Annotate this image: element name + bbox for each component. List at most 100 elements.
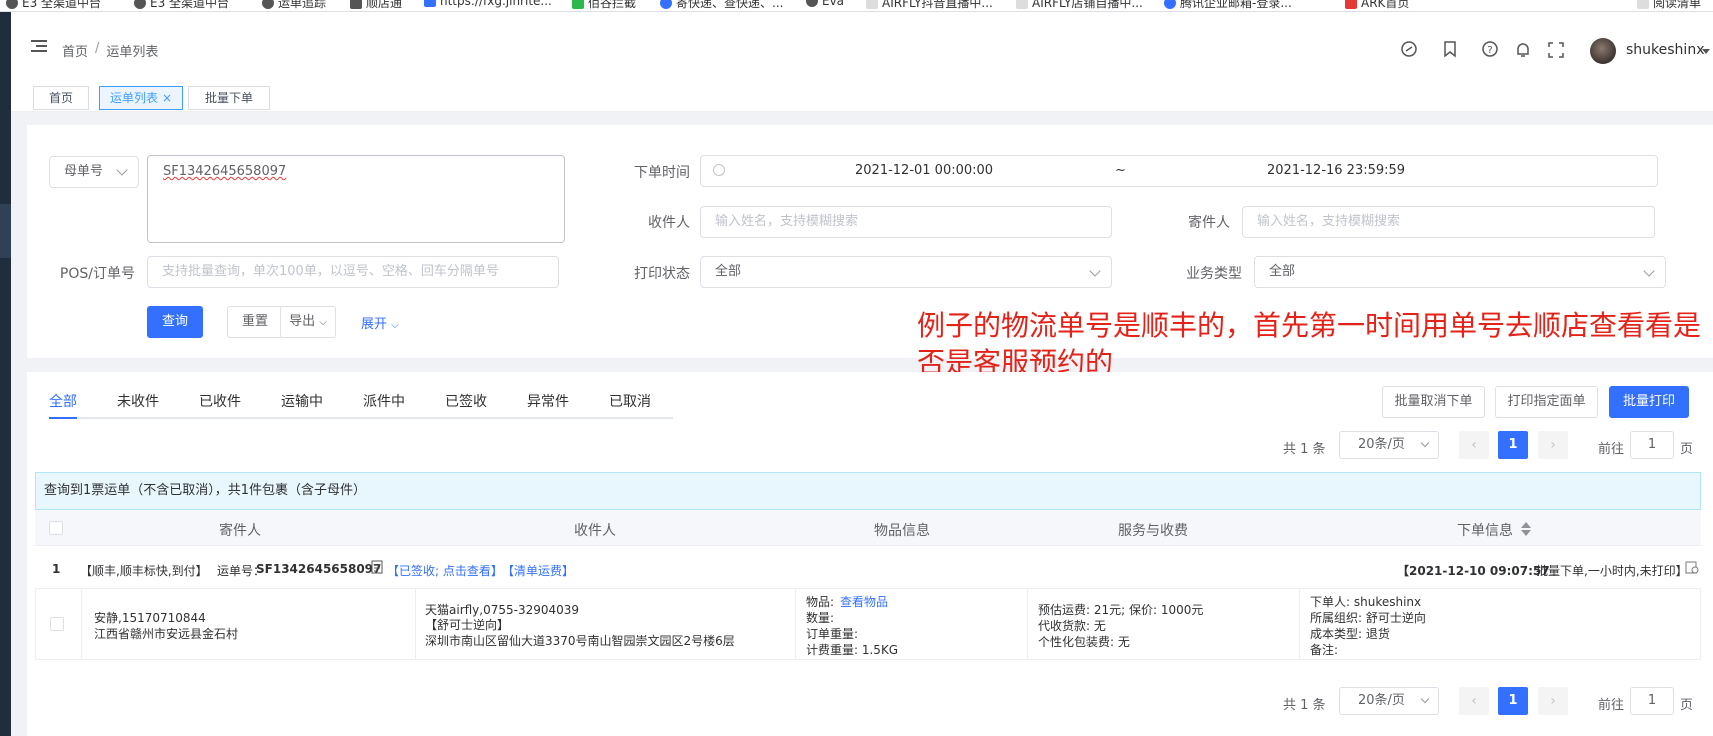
sort-asc-icon[interactable] bbox=[1521, 522, 1531, 528]
chevron-down-icon bbox=[1643, 265, 1655, 277]
tab-not-collected[interactable]: 未收件 bbox=[117, 391, 159, 411]
biz-type-select[interactable]: 全部 bbox=[1254, 256, 1666, 288]
pos-label: POS/订单号 bbox=[59, 266, 135, 282]
breadcrumb-home[interactable]: 首页 bbox=[62, 41, 88, 60]
close-icon[interactable]: × bbox=[162, 91, 172, 105]
date-start[interactable]: 2021-12-01 00:00:00 bbox=[855, 156, 993, 186]
batch-print-button[interactable]: 批量打印 bbox=[1609, 386, 1689, 418]
view-goods-link[interactable]: 查看物品 bbox=[840, 593, 888, 610]
expand-link[interactable]: 展开 ⌵ bbox=[361, 313, 399, 332]
page-size-value: 20条/页 bbox=[1358, 437, 1405, 452]
export-button[interactable]: 导出 ⌵ bbox=[280, 306, 336, 338]
order-info-cell: 下单人: shukeshinx 所属组织: 舒可士逆向 成本类型: 退货 备注: bbox=[1300, 589, 1700, 659]
tab-in-transit[interactable]: 运输中 bbox=[281, 391, 323, 411]
globe-icon bbox=[806, 0, 818, 7]
query-button[interactable]: 查询 bbox=[147, 306, 203, 338]
home-icon bbox=[350, 0, 362, 9]
select-all-checkbox[interactable] bbox=[49, 521, 63, 535]
row-checkbox[interactable] bbox=[50, 617, 64, 631]
bookmark-item[interactable]: E3 全渠道中台 bbox=[6, 0, 101, 11]
tab-delivering[interactable]: 派件中 bbox=[363, 391, 405, 411]
bookmark-item[interactable]: ARK首页 bbox=[1345, 0, 1409, 11]
order-note: 批量下单,一小时内,未打印】 bbox=[1536, 564, 1688, 578]
tab-exception[interactable]: 异常件 bbox=[527, 391, 569, 411]
th-receiver: 收件人 bbox=[574, 523, 616, 539]
bookmark-item[interactable]: E3 全渠道中台 bbox=[134, 0, 229, 11]
tag-waybill-list[interactable]: 运单列表 × bbox=[99, 86, 184, 110]
receiver-label: 收件人 bbox=[648, 215, 690, 231]
fullscreen-icon[interactable] bbox=[1547, 41, 1565, 59]
cod-amount: 代收货款: 无 bbox=[1038, 619, 1106, 633]
goto-page-input-bottom[interactable]: 1 bbox=[1630, 687, 1674, 715]
next-page-button[interactable]: › bbox=[1538, 431, 1568, 459]
reset-button[interactable]: 重置 bbox=[227, 306, 283, 338]
batch-cancel-button[interactable]: 批量取消下单 bbox=[1382, 386, 1485, 418]
chevron-down-icon bbox=[1089, 265, 1101, 277]
next-page-button-bottom[interactable]: › bbox=[1538, 687, 1568, 715]
github-icon[interactable] bbox=[1400, 40, 1418, 58]
header: 首页 / 运单列表 ? shukeshinx bbox=[11, 12, 1713, 74]
bookmark-item[interactable]: 寄快递、查快递、... bbox=[660, 0, 783, 11]
packaging-fee: 个性化包装费: 无 bbox=[1038, 635, 1130, 649]
reading-list[interactable]: 阅读清单 bbox=[1637, 0, 1701, 11]
bookmark-item[interactable]: 顺店通 bbox=[350, 0, 402, 11]
record-icon[interactable] bbox=[1685, 560, 1699, 574]
waybill-value: SF1342645658097 bbox=[163, 164, 287, 179]
chevron-down-icon bbox=[116, 164, 128, 176]
th-order-info[interactable]: 下单信息 bbox=[1457, 520, 1513, 540]
print-specific-button[interactable]: 打印指定面单 bbox=[1495, 386, 1598, 418]
caret-down-icon[interactable] bbox=[1702, 49, 1710, 54]
help-icon[interactable]: ? bbox=[1481, 40, 1499, 58]
table-row: 安静,15170710844 江西省赣州市安远县金石村 天猫airfly,075… bbox=[35, 588, 1701, 660]
tab-all[interactable]: 全部 bbox=[49, 391, 77, 411]
receiver-input[interactable]: 输入姓名，支持模糊搜索 bbox=[700, 206, 1112, 238]
prev-page-button-bottom[interactable]: ‹ bbox=[1459, 687, 1489, 715]
tab-collected[interactable]: 已收件 bbox=[199, 391, 241, 411]
prev-page-button[interactable]: ‹ bbox=[1459, 431, 1489, 459]
bookmark-item[interactable]: 佰谷拦截 bbox=[572, 0, 636, 11]
tab-cancelled[interactable]: 已取消 bbox=[609, 391, 651, 411]
id-type-select[interactable]: 母单号 bbox=[49, 156, 139, 188]
goods-cell: 物品: 查看物品 数量: 订单重量: 计费重量: 1.5KG bbox=[796, 589, 1028, 659]
bell-icon[interactable] bbox=[1514, 41, 1532, 59]
username[interactable]: shukeshinx bbox=[1626, 42, 1704, 58]
tab-signed[interactable]: 已签收 bbox=[445, 391, 487, 411]
bookmark-item[interactable]: 腾讯企业邮箱-登录... bbox=[1164, 0, 1292, 11]
pos-input[interactable]: 支持批量查询，单次100单，以逗号、空格、回车分隔单号 bbox=[147, 256, 559, 288]
sender-input[interactable]: 输入姓名，支持模糊搜索 bbox=[1242, 206, 1655, 238]
id-type-value: 母单号 bbox=[64, 164, 104, 179]
bookmark-item[interactable]: 运单追踪 bbox=[262, 0, 326, 11]
sidebar-active-item[interactable] bbox=[0, 204, 11, 258]
waybill-group-header: 1 【顺丰,顺丰标快,到付】 运单号： SF1342645658097 【已签收… bbox=[35, 556, 1701, 580]
query-summary-bar: 查询到1票运单（不含已取消），共1件包裹（含子母件） bbox=[35, 472, 1701, 510]
bookmark-item[interactable]: AIRFLY抖音直播中... bbox=[866, 0, 993, 11]
date-end[interactable]: 2021-12-16 23:59:59 bbox=[1267, 156, 1405, 186]
order-time-label: 下单时间 bbox=[634, 165, 690, 181]
bookmark-icon[interactable] bbox=[1441, 40, 1459, 58]
sort-desc-icon[interactable] bbox=[1521, 530, 1531, 536]
courier-icon bbox=[660, 0, 672, 9]
waybill-textarea[interactable]: SF1342645658097 bbox=[147, 155, 565, 243]
copy-icon[interactable] bbox=[371, 560, 383, 574]
current-page[interactable]: 1 bbox=[1498, 431, 1528, 459]
tag-batch-order[interactable]: 批量下单 bbox=[188, 86, 270, 110]
print-status-select[interactable]: 全部 bbox=[700, 256, 1112, 288]
remark: 备注: bbox=[1310, 643, 1339, 657]
tag-home[interactable]: 首页 bbox=[33, 86, 89, 110]
bookmark-item[interactable]: Eva bbox=[806, 0, 844, 8]
date-range-picker[interactable]: 2021-12-01 00:00:00 ~ 2021-12-16 23:59:5… bbox=[700, 155, 1658, 187]
sidebar-collapsed bbox=[0, 12, 11, 736]
sender-cell: 安静,15170710844 江西省赣州市安远县金石村 bbox=[82, 589, 416, 659]
bookmark-item[interactable]: AIRFLY店铺自播中... bbox=[1016, 0, 1143, 11]
th-service-fee: 服务与收费 bbox=[1118, 523, 1188, 539]
page-size-select[interactable]: 20条/页 bbox=[1339, 431, 1439, 459]
goto-page-input[interactable]: 1 bbox=[1630, 431, 1674, 459]
page-size-select-bottom[interactable]: 20条/页 bbox=[1339, 687, 1439, 715]
avatar[interactable] bbox=[1590, 38, 1616, 64]
status-link[interactable]: 【已签收; 点击查看】 bbox=[387, 562, 503, 579]
bookmark-item[interactable]: https://fxg.jinrite... bbox=[424, 0, 552, 8]
menu-toggle-icon[interactable] bbox=[31, 40, 47, 52]
biz-type-label: 业务类型 bbox=[1186, 266, 1242, 282]
fee-list-link[interactable]: 【清单运费】 bbox=[502, 562, 574, 579]
current-page-bottom[interactable]: 1 bbox=[1498, 687, 1528, 715]
